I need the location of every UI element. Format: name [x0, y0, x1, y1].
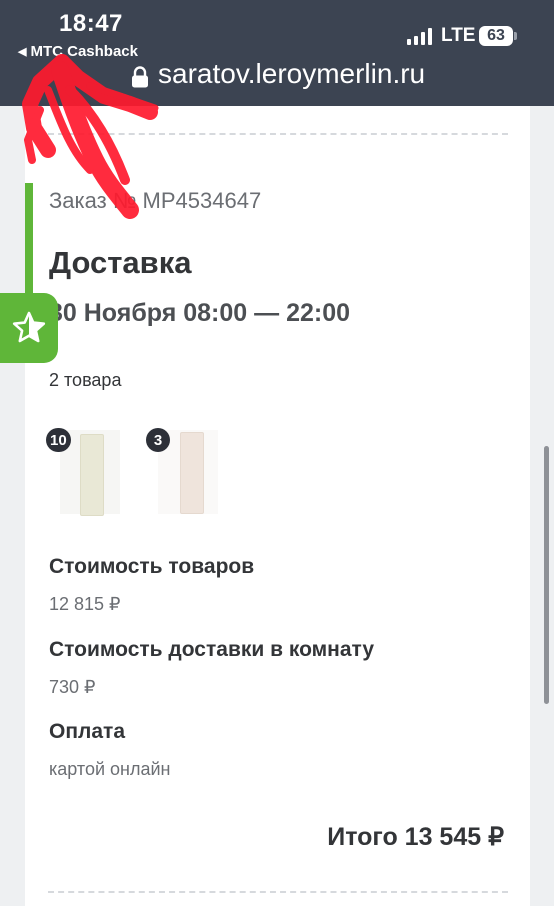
network-type: LTE — [441, 25, 476, 46]
delivery-cost-label: Стоимость доставки в комнату — [49, 638, 375, 661]
goods-cost-value: 12 815 ₽ — [49, 594, 121, 614]
payment-label: Оплата — [49, 720, 126, 743]
payment-value: картой онлайн — [49, 759, 171, 779]
goods-count: 2 товара — [49, 370, 122, 390]
divider-bottom — [48, 891, 508, 893]
favorites-button[interactable] — [0, 293, 58, 363]
order-number: Заказ № МР4534647 — [49, 188, 262, 213]
quantity-badge: 10 — [46, 428, 71, 452]
back-app-label: МТС Cashback — [30, 43, 138, 60]
goods-cost-label: Стоимость товаров — [49, 555, 255, 578]
divider-top — [48, 133, 508, 135]
browser-top-bar: 18:47 ◀ МТС Cashback LTE 63 saratov.lero… — [0, 0, 554, 106]
battery-level: 63 — [487, 27, 505, 44]
quantity-badge: 3 — [146, 428, 170, 452]
battery-icon: 63 — [479, 26, 513, 46]
delivery-title: Доставка — [49, 245, 192, 280]
plank-image — [180, 432, 204, 514]
delivery-date: 30 Ноября 08:00 — 22:00 — [49, 299, 351, 327]
signal-strength-icon — [407, 27, 432, 45]
plank-image — [80, 434, 104, 516]
address-bar-url[interactable]: saratov.leroymerlin.ru — [158, 58, 425, 90]
back-triangle-icon: ◀ — [18, 46, 27, 58]
order-total: Итого 13 545 ₽ — [327, 823, 504, 851]
page-scrollbar[interactable] — [544, 446, 549, 704]
lock-icon — [132, 66, 148, 88]
delivery-cost-value: 730 ₽ — [49, 677, 96, 697]
star-icon — [12, 311, 46, 343]
back-to-app-link[interactable]: ◀ МТС Cashback — [18, 43, 138, 60]
status-time: 18:47 — [59, 10, 123, 37]
battery-tip — [514, 32, 517, 40]
